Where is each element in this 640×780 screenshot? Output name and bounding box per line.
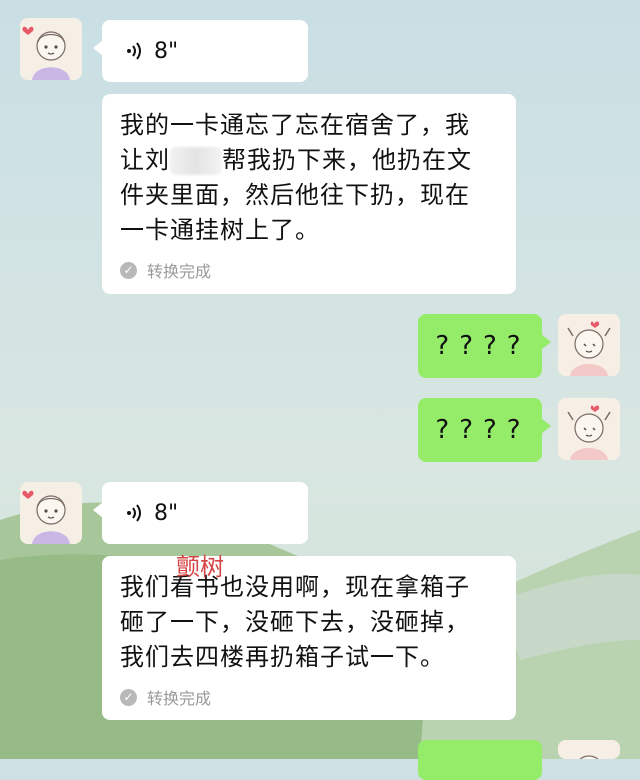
conversion-status: ✓ 转换完成 (102, 258, 516, 294)
contact-avatar[interactable] (20, 482, 82, 544)
sent-message-bubble-partial[interactable] (418, 740, 542, 780)
check-circle-icon: ✓ (120, 261, 137, 279)
sent-message-bubble[interactable]: ???? (418, 398, 551, 462)
message-text: ???? (435, 415, 531, 445)
voice-message-bubble[interactable]: 8" (93, 20, 308, 82)
cartoon-avatar-icon (558, 314, 620, 376)
voice-wave-icon (127, 504, 141, 522)
message-text: 我的一卡通忘了忘在宿舍了，我 让刘 帮我扔下来，他扔在文 件夹里面，然后他往下扔，… (120, 111, 472, 244)
conversion-status: ✓ 转换完成 (102, 685, 516, 721)
voice-wave-icon (127, 42, 141, 60)
transcribed-text-bubble[interactable]: 我们看书也没用啊，现在拿箱子 砸了一下，没砸下去，没砸掉， 我们去四楼再扔箱子试… (102, 556, 516, 720)
check-circle-icon: ✓ (120, 688, 137, 706)
transcribed-text-bubble[interactable]: 我的一卡通忘了忘在宿舍了，我 让刘 帮我扔下来，他扔在文 件夹里面，然后他往下扔，… (102, 94, 516, 294)
message-text: ???? (435, 331, 531, 361)
my-avatar[interactable] (558, 398, 620, 460)
cartoon-avatar-icon (20, 482, 82, 544)
contact-avatar[interactable] (20, 18, 82, 80)
my-avatar-partial[interactable] (558, 740, 620, 759)
cartoon-avatar-icon (558, 398, 620, 460)
cartoon-avatar-icon (20, 18, 82, 80)
my-avatar[interactable] (558, 314, 620, 376)
cartoon-avatar-icon (558, 740, 620, 759)
voice-message-bubble[interactable]: 8" (93, 482, 308, 544)
handwritten-annotation: 颤树 (176, 553, 224, 581)
voice-duration: 8" (154, 500, 179, 526)
redacted-name (170, 147, 222, 175)
voice-duration: 8" (154, 38, 179, 64)
sent-message-bubble[interactable]: ???? (418, 314, 551, 378)
message-text: 我们看书也没用啊，现在拿箱子 砸了一下，没砸下去，没砸掉， 我们去四楼再扔箱子试… (120, 573, 470, 671)
